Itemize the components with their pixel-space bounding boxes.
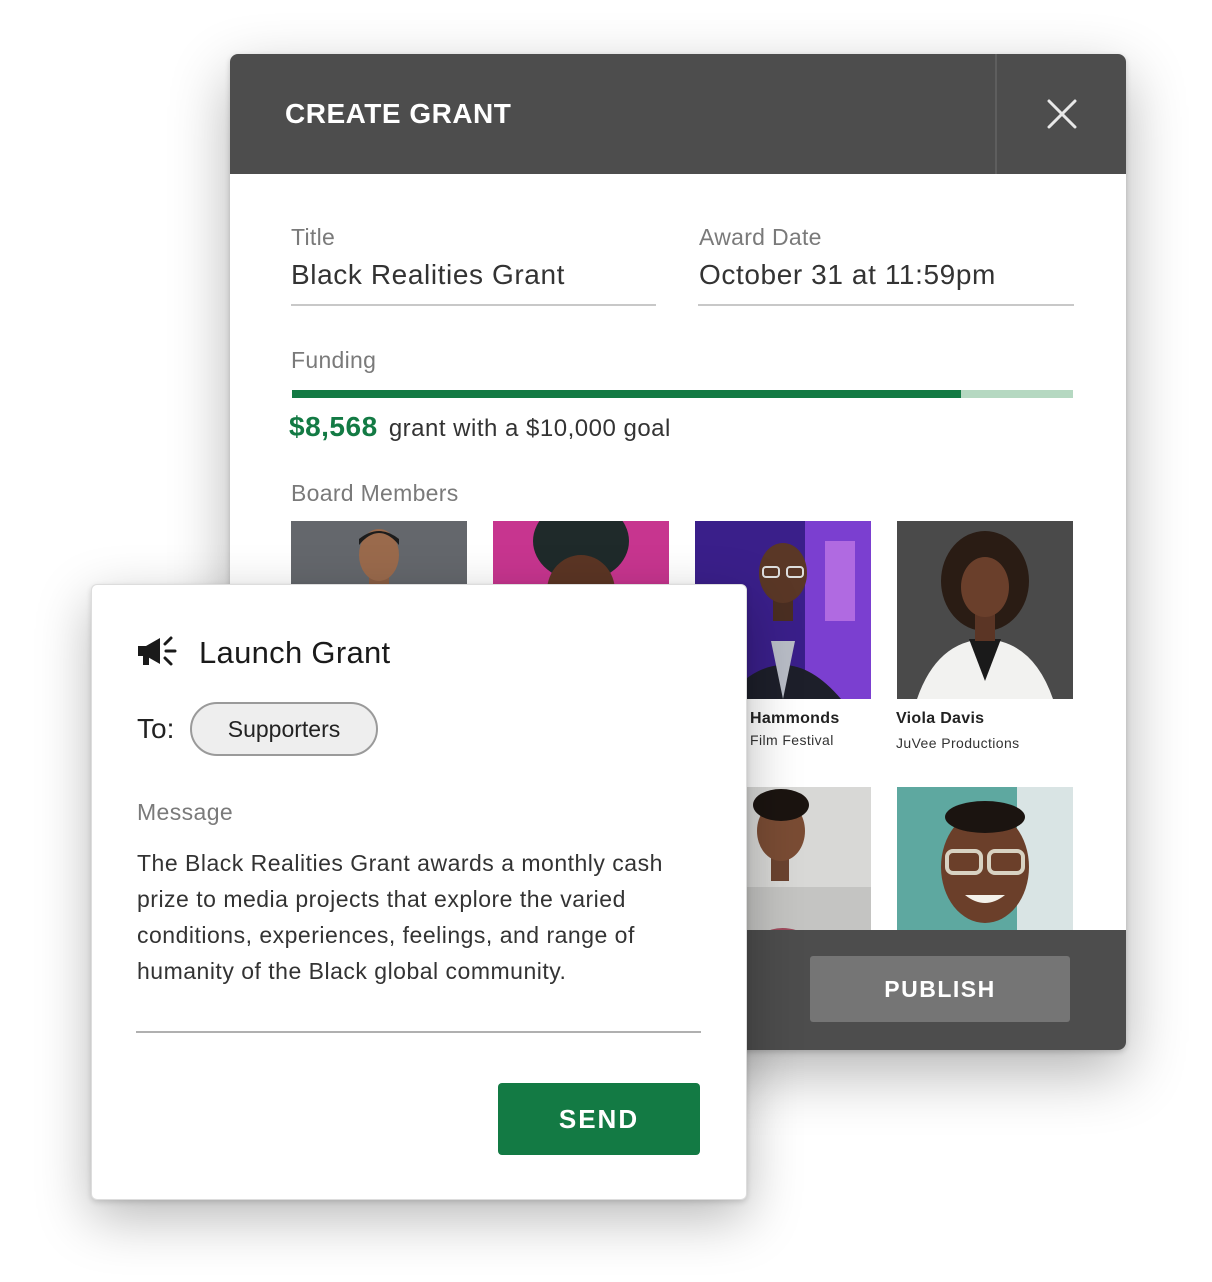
dialog-header: CREATE GRANT [230, 54, 1126, 174]
member-name: Hammonds [750, 710, 840, 727]
message-underline [136, 1031, 701, 1033]
launch-grant-card: Launch Grant To: Supporters Message The … [91, 584, 747, 1200]
close-button[interactable] [997, 54, 1126, 174]
recipient-chip[interactable]: Supporters [190, 702, 378, 756]
funding-progress-bar [292, 390, 1073, 398]
title-field-underline [291, 304, 656, 306]
board-members-label: Board Members [291, 480, 459, 506]
funding-amount: $8,568 [289, 411, 378, 442]
megaphone-icon [138, 636, 177, 666]
award-date-label: Award Date [699, 224, 822, 250]
funding-label: Funding [291, 347, 377, 373]
portrait-woman-white-top [897, 521, 1073, 699]
message-textarea[interactable]: The Black Realities Grant awards a month… [137, 845, 702, 989]
award-date-field[interactable]: October 31 at 11:59pm [699, 259, 996, 291]
launch-title: Launch Grant [199, 635, 391, 670]
publish-button[interactable]: PUBLISH [810, 956, 1070, 1022]
title-field[interactable]: Black Realities Grant [291, 259, 565, 291]
funding-goal-text: grant with a $10,000 goal [388, 415, 671, 442]
award-date-underline [698, 304, 1074, 306]
funding-progress-fill [292, 390, 962, 398]
to-label: To: [137, 713, 175, 744]
dialog-title: CREATE GRANT [285, 98, 512, 129]
send-button[interactable]: SEND [498, 1083, 700, 1155]
title-field-label: Title [291, 224, 336, 250]
member-name: Viola Davis [896, 710, 985, 727]
member-org: JuVee Productions [896, 735, 1020, 751]
funding-summary: $8,568 grant with a $10,000 goal [289, 411, 671, 443]
member-org: Film Festival [750, 732, 834, 748]
close-icon [1047, 99, 1076, 129]
message-label: Message [137, 799, 234, 825]
board-member-photo[interactable] [897, 521, 1073, 699]
